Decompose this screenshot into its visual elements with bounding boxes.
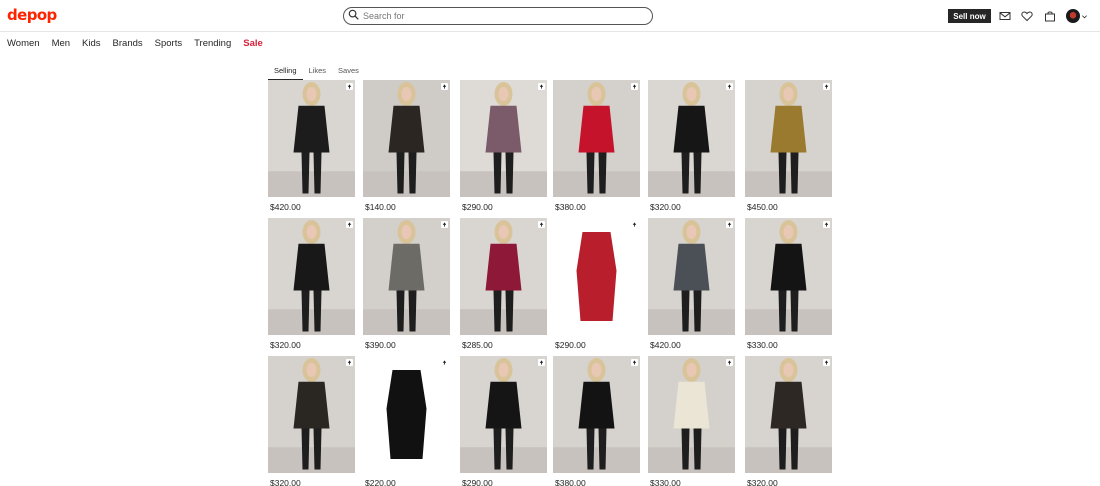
boost-icon	[441, 221, 448, 228]
product-card[interactable]: $320.00	[268, 218, 355, 350]
nav-kids[interactable]: Kids	[82, 38, 100, 49]
product-price: $330.00	[650, 478, 681, 486]
depop-logo[interactable]: depop	[7, 6, 57, 24]
product-card[interactable]: $380.00	[553, 356, 640, 486]
product-card[interactable]: $290.00	[460, 80, 547, 212]
product-card[interactable]: $380.00	[553, 80, 640, 212]
product-card[interactable]: $290.00	[553, 218, 640, 350]
product-price: $320.00	[270, 478, 301, 486]
boost-icon	[726, 221, 733, 228]
boost-icon	[823, 359, 830, 366]
product-image[interactable]	[745, 218, 832, 335]
product-card[interactable]: $330.00	[648, 356, 735, 486]
product-price: $320.00	[747, 478, 778, 486]
search-icon	[348, 7, 359, 25]
boost-icon	[631, 359, 638, 366]
product-price: $140.00	[365, 202, 396, 212]
product-card[interactable]: $140.00	[363, 80, 450, 212]
tab-saves[interactable]: Saves	[332, 64, 365, 80]
avatar[interactable]	[1066, 9, 1080, 23]
product-price: $320.00	[650, 202, 681, 212]
product-image[interactable]	[268, 356, 355, 473]
boost-icon	[441, 359, 448, 366]
nav-sports[interactable]: Sports	[155, 38, 182, 49]
product-image[interactable]	[648, 80, 735, 197]
product-image[interactable]	[648, 356, 735, 473]
product-price: $290.00	[462, 202, 493, 212]
nav-women[interactable]: Women	[7, 38, 40, 49]
profile-tabs: Selling Likes Saves	[268, 64, 365, 80]
category-nav: Women Men Kids Brands Sports Trending Sa…	[7, 38, 275, 49]
bag-icon[interactable]	[1044, 10, 1056, 22]
product-image[interactable]	[745, 356, 832, 473]
product-card[interactable]: $450.00	[745, 80, 832, 212]
product-card[interactable]: $420.00	[648, 218, 735, 350]
product-image[interactable]	[268, 218, 355, 335]
nav-trending[interactable]: Trending	[194, 38, 231, 49]
product-image[interactable]	[648, 218, 735, 335]
product-card[interactable]: $220.00	[363, 356, 450, 486]
product-card[interactable]: $420.00	[268, 80, 355, 212]
boost-icon	[631, 83, 638, 90]
product-card[interactable]: $320.00	[648, 80, 735, 212]
product-price: $220.00	[365, 478, 396, 486]
tab-selling[interactable]: Selling	[268, 64, 303, 80]
boost-icon	[538, 83, 545, 90]
product-price: $420.00	[650, 340, 681, 350]
product-card[interactable]: $320.00	[268, 356, 355, 486]
tab-likes[interactable]: Likes	[303, 64, 333, 80]
product-card[interactable]: $290.00	[460, 356, 547, 486]
boost-icon	[346, 359, 353, 366]
product-price: $450.00	[747, 202, 778, 212]
heart-icon[interactable]	[1021, 10, 1033, 22]
mail-icon[interactable]	[999, 10, 1011, 22]
product-price: $285.00	[462, 340, 493, 350]
product-price: $290.00	[555, 340, 586, 350]
product-price: $290.00	[462, 478, 493, 486]
product-price: $380.00	[555, 478, 586, 486]
boost-icon	[823, 83, 830, 90]
search-bar[interactable]	[343, 7, 653, 25]
product-image[interactable]	[460, 218, 547, 335]
boost-icon	[631, 221, 638, 228]
boost-icon	[538, 221, 545, 228]
product-image[interactable]	[460, 80, 547, 197]
nav-sale[interactable]: Sale	[243, 38, 263, 49]
product-image[interactable]	[553, 80, 640, 197]
product-image[interactable]	[363, 80, 450, 197]
boost-icon	[441, 83, 448, 90]
product-price: $380.00	[555, 202, 586, 212]
product-image[interactable]	[553, 356, 640, 473]
boost-icon	[346, 221, 353, 228]
product-price: $390.00	[365, 340, 396, 350]
product-image[interactable]	[363, 218, 450, 335]
nav-men[interactable]: Men	[52, 38, 70, 49]
product-price: $330.00	[747, 340, 778, 350]
boost-icon	[726, 83, 733, 90]
product-image[interactable]	[553, 218, 640, 335]
product-image[interactable]	[460, 356, 547, 473]
nav-brands[interactable]: Brands	[113, 38, 143, 49]
product-card[interactable]: $285.00	[460, 218, 547, 350]
product-image[interactable]	[363, 356, 450, 473]
boost-icon	[823, 221, 830, 228]
product-card[interactable]: $390.00	[363, 218, 450, 350]
top-header: depop Sell now	[0, 0, 1100, 32]
boost-icon	[726, 359, 733, 366]
boost-icon	[346, 83, 353, 90]
product-card[interactable]: $320.00	[745, 356, 832, 486]
product-price: $420.00	[270, 202, 301, 212]
chevron-down-icon	[1082, 14, 1087, 18]
account-menu[interactable]	[1066, 9, 1088, 23]
product-price: $320.00	[270, 340, 301, 350]
sell-now-button[interactable]: Sell now	[948, 9, 991, 23]
product-image[interactable]	[745, 80, 832, 197]
product-card[interactable]: $330.00	[745, 218, 832, 350]
product-image[interactable]	[268, 80, 355, 197]
boost-icon	[538, 359, 545, 366]
search-input[interactable]	[363, 11, 643, 21]
